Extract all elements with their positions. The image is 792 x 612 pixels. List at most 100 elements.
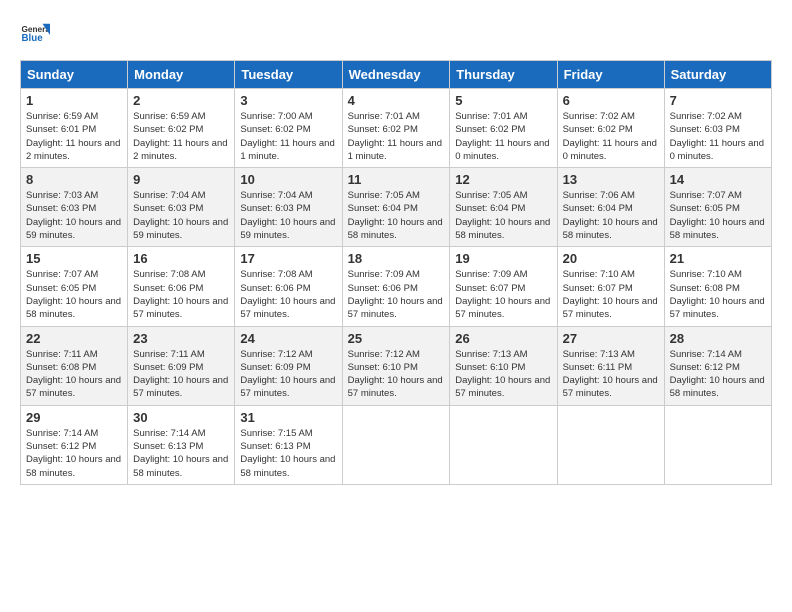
calendar-cell: 19 Sunrise: 7:09 AM Sunset: 6:07 PM Dayli… <box>450 247 557 326</box>
calendar-cell: 14 Sunrise: 7:07 AM Sunset: 6:05 PM Dayli… <box>664 168 771 247</box>
day-info: Sunrise: 7:06 AM Sunset: 6:04 PM Dayligh… <box>563 189 659 242</box>
day-number: 4 <box>348 93 445 108</box>
day-info: Sunrise: 7:11 AM Sunset: 6:09 PM Dayligh… <box>133 348 229 401</box>
day-info: Sunrise: 7:14 AM Sunset: 6:12 PM Dayligh… <box>670 348 766 401</box>
calendar-cell: 27 Sunrise: 7:13 AM Sunset: 6:11 PM Dayli… <box>557 326 664 405</box>
day-number: 18 <box>348 251 445 266</box>
day-number: 28 <box>670 331 766 346</box>
day-info: Sunrise: 7:10 AM Sunset: 6:08 PM Dayligh… <box>670 268 766 321</box>
weekday-header-tuesday: Tuesday <box>235 61 342 89</box>
calendar-cell: 16Sunrise: 7:08 AM Sunset: 6:06 PM Dayli… <box>128 247 235 326</box>
day-number: 7 <box>670 93 766 108</box>
day-info: Sunrise: 7:12 AM Sunset: 6:10 PM Dayligh… <box>348 348 445 401</box>
day-info: Sunrise: 6:59 AM Sunset: 6:02 PM Dayligh… <box>133 110 229 163</box>
calendar-cell: 3 Sunrise: 7:00 AM Sunset: 6:02 PM Daylig… <box>235 89 342 168</box>
day-info: Sunrise: 7:08 AM Sunset: 6:06 PM Dayligh… <box>240 268 336 321</box>
day-info: Sunrise: 7:14 AM Sunset: 6:13 PM Dayligh… <box>133 427 229 480</box>
day-info: Sunrise: 7:15 AM Sunset: 6:13 PM Dayligh… <box>240 427 336 480</box>
day-number: 25 <box>348 331 445 346</box>
calendar-cell: 25 Sunrise: 7:12 AM Sunset: 6:10 PM Dayli… <box>342 326 450 405</box>
day-number: 19 <box>455 251 551 266</box>
day-info: Sunrise: 7:02 AM Sunset: 6:02 PM Dayligh… <box>563 110 659 163</box>
calendar-cell: 24Sunrise: 7:12 AM Sunset: 6:09 PM Dayli… <box>235 326 342 405</box>
day-number: 8 <box>26 172 122 187</box>
logo: General Blue <box>20 20 52 50</box>
calendar-cell: 8Sunrise: 7:03 AM Sunset: 6:03 PM Daylig… <box>21 168 128 247</box>
general-blue-icon: General Blue <box>20 20 50 50</box>
day-info: Sunrise: 7:11 AM Sunset: 6:08 PM Dayligh… <box>26 348 122 401</box>
day-number: 22 <box>26 331 122 346</box>
day-number: 6 <box>563 93 659 108</box>
weekday-header-friday: Friday <box>557 61 664 89</box>
calendar-cell <box>557 405 664 484</box>
calendar-cell: 15 Sunrise: 7:07 AM Sunset: 6:05 PM Dayli… <box>21 247 128 326</box>
calendar-cell: 31 Sunrise: 7:15 AM Sunset: 6:13 PM Dayli… <box>235 405 342 484</box>
day-number: 15 <box>26 251 122 266</box>
calendar-cell <box>342 405 450 484</box>
calendar-cell: 30 Sunrise: 7:14 AM Sunset: 6:13 PM Dayli… <box>128 405 235 484</box>
day-info: Sunrise: 6:59 AM Sunset: 6:01 PM Dayligh… <box>26 110 122 163</box>
day-number: 16 <box>133 251 229 266</box>
calendar-cell: 18 Sunrise: 7:09 AM Sunset: 6:06 PM Dayli… <box>342 247 450 326</box>
day-info: Sunrise: 7:13 AM Sunset: 6:11 PM Dayligh… <box>563 348 659 401</box>
calendar-cell: 22 Sunrise: 7:11 AM Sunset: 6:08 PM Dayli… <box>21 326 128 405</box>
day-number: 27 <box>563 331 659 346</box>
weekday-header-thursday: Thursday <box>450 61 557 89</box>
calendar-cell <box>664 405 771 484</box>
day-info: Sunrise: 7:04 AM Sunset: 6:03 PM Dayligh… <box>240 189 336 242</box>
calendar-cell: 10 Sunrise: 7:04 AM Sunset: 6:03 PM Dayli… <box>235 168 342 247</box>
day-info: Sunrise: 7:14 AM Sunset: 6:12 PM Dayligh… <box>26 427 122 480</box>
calendar-cell: 6 Sunrise: 7:02 AM Sunset: 6:02 PM Daylig… <box>557 89 664 168</box>
calendar-cell: 7 Sunrise: 7:02 AM Sunset: 6:03 PM Daylig… <box>664 89 771 168</box>
calendar-cell: 20 Sunrise: 7:10 AM Sunset: 6:07 PM Dayli… <box>557 247 664 326</box>
day-number: 12 <box>455 172 551 187</box>
day-number: 2 <box>133 93 229 108</box>
weekday-header-saturday: Saturday <box>664 61 771 89</box>
day-number: 23 <box>133 331 229 346</box>
calendar-cell: 5 Sunrise: 7:01 AM Sunset: 6:02 PM Daylig… <box>450 89 557 168</box>
calendar-cell: 21 Sunrise: 7:10 AM Sunset: 6:08 PM Dayli… <box>664 247 771 326</box>
day-info: Sunrise: 7:05 AM Sunset: 6:04 PM Dayligh… <box>455 189 551 242</box>
calendar-cell <box>450 405 557 484</box>
day-number: 30 <box>133 410 229 425</box>
day-number: 10 <box>240 172 336 187</box>
day-info: Sunrise: 7:02 AM Sunset: 6:03 PM Dayligh… <box>670 110 766 163</box>
day-info: Sunrise: 7:07 AM Sunset: 6:05 PM Dayligh… <box>670 189 766 242</box>
day-number: 13 <box>563 172 659 187</box>
day-number: 24 <box>240 331 336 346</box>
day-number: 20 <box>563 251 659 266</box>
calendar-cell: 13 Sunrise: 7:06 AM Sunset: 6:04 PM Dayli… <box>557 168 664 247</box>
day-info: Sunrise: 7:00 AM Sunset: 6:02 PM Dayligh… <box>240 110 336 163</box>
day-info: Sunrise: 7:13 AM Sunset: 6:10 PM Dayligh… <box>455 348 551 401</box>
weekday-header-wednesday: Wednesday <box>342 61 450 89</box>
day-info: Sunrise: 7:09 AM Sunset: 6:06 PM Dayligh… <box>348 268 445 321</box>
day-number: 1 <box>26 93 122 108</box>
calendar-cell: 29Sunrise: 7:14 AM Sunset: 6:12 PM Dayli… <box>21 405 128 484</box>
day-number: 3 <box>240 93 336 108</box>
calendar-cell: 1 Sunrise: 6:59 AM Sunset: 6:01 PM Daylig… <box>21 89 128 168</box>
day-info: Sunrise: 7:09 AM Sunset: 6:07 PM Dayligh… <box>455 268 551 321</box>
day-info: Sunrise: 7:07 AM Sunset: 6:05 PM Dayligh… <box>26 268 122 321</box>
day-number: 26 <box>455 331 551 346</box>
day-number: 5 <box>455 93 551 108</box>
day-info: Sunrise: 7:01 AM Sunset: 6:02 PM Dayligh… <box>348 110 445 163</box>
day-info: Sunrise: 7:05 AM Sunset: 6:04 PM Dayligh… <box>348 189 445 242</box>
calendar-cell: 9 Sunrise: 7:04 AM Sunset: 6:03 PM Daylig… <box>128 168 235 247</box>
day-info: Sunrise: 7:01 AM Sunset: 6:02 PM Dayligh… <box>455 110 551 163</box>
day-number: 31 <box>240 410 336 425</box>
calendar-cell: 23 Sunrise: 7:11 AM Sunset: 6:09 PM Dayli… <box>128 326 235 405</box>
calendar-table: SundayMondayTuesdayWednesdayThursdayFrid… <box>20 60 772 485</box>
day-info: Sunrise: 7:04 AM Sunset: 6:03 PM Dayligh… <box>133 189 229 242</box>
calendar-cell: 4 Sunrise: 7:01 AM Sunset: 6:02 PM Daylig… <box>342 89 450 168</box>
weekday-header-sunday: Sunday <box>21 61 128 89</box>
day-number: 14 <box>670 172 766 187</box>
day-number: 17 <box>240 251 336 266</box>
day-number: 21 <box>670 251 766 266</box>
day-number: 9 <box>133 172 229 187</box>
calendar-cell: 12 Sunrise: 7:05 AM Sunset: 6:04 PM Dayli… <box>450 168 557 247</box>
calendar-cell: 17 Sunrise: 7:08 AM Sunset: 6:06 PM Dayli… <box>235 247 342 326</box>
day-info: Sunrise: 7:10 AM Sunset: 6:07 PM Dayligh… <box>563 268 659 321</box>
calendar-cell: 28 Sunrise: 7:14 AM Sunset: 6:12 PM Dayli… <box>664 326 771 405</box>
svg-text:Blue: Blue <box>22 33 44 44</box>
weekday-header-monday: Monday <box>128 61 235 89</box>
